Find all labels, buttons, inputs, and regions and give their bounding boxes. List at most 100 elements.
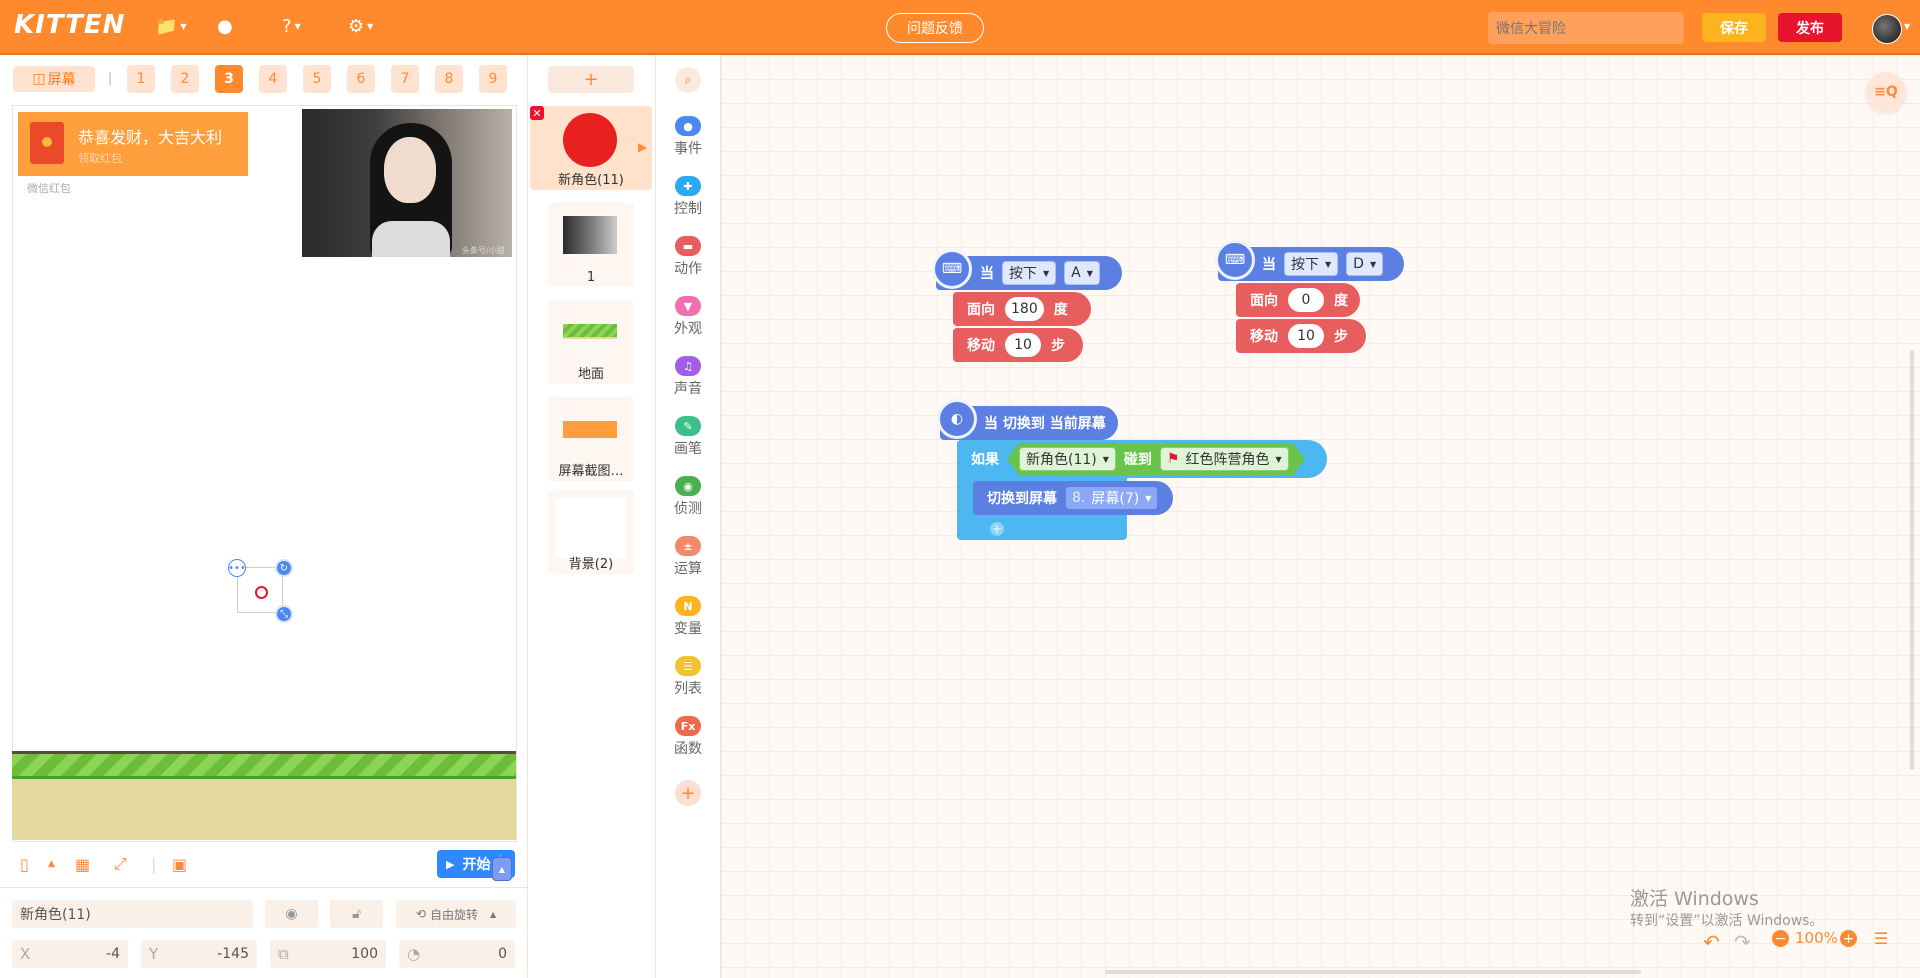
kitten-menu[interactable]: ● — [217, 13, 233, 39]
scale-handle-icon[interactable]: ⤡ — [275, 605, 293, 623]
chevron-up-icon[interactable]: ▲ — [491, 857, 512, 881]
chevron-down-icon: ▼ — [1145, 493, 1152, 503]
category-sound[interactable]: ♫ 声音 — [656, 356, 720, 404]
zoom-in-button[interactable]: + — [1840, 930, 1857, 947]
key-event-dropdown[interactable]: 按下 ▼ — [1002, 261, 1057, 285]
y-coordinate-field[interactable]: Y -145 — [141, 940, 257, 968]
x-coordinate-field[interactable]: X -4 — [12, 940, 128, 968]
sprite-card[interactable]: 屏幕截图… — [548, 397, 634, 481]
screen-tab-1[interactable]: 1 — [127, 65, 155, 93]
switch-screen-block[interactable]: 切换到屏幕 8. 屏幕(7) ▼ — [973, 481, 1173, 515]
device-icon[interactable]: ▯ — [20, 853, 29, 875]
size-field[interactable]: ⧉ 100 — [270, 940, 386, 968]
screen-tab-6[interactable]: 6 — [347, 65, 375, 93]
key-select-dropdown[interactable]: D ▼ — [1346, 252, 1384, 276]
photo-sprite[interactable]: 头条号/小甜甜 — [302, 109, 512, 257]
chevron-down-icon[interactable]: ▼ — [1904, 22, 1910, 31]
redo-icon[interactable]: ↷ — [1734, 930, 1751, 954]
direction-input[interactable]: 180 — [1005, 297, 1044, 321]
more-icon[interactable]: ••• — [228, 559, 246, 577]
screen-tab-4[interactable]: 4 — [259, 65, 287, 93]
code-workspace[interactable] — [721, 55, 1920, 978]
category-control[interactable]: ✚ 控制 — [656, 176, 720, 224]
add-extension-button[interactable]: + — [675, 780, 701, 806]
add-branch-icon[interactable]: + — [990, 522, 1004, 536]
sprite-select-dropdown[interactable]: 新角色(11) ▼ — [1019, 447, 1116, 471]
direction-input[interactable]: 0 — [1288, 288, 1324, 312]
delete-icon[interactable]: ✕ — [530, 106, 544, 120]
photo-face — [384, 137, 436, 203]
lock-icon[interactable]: 🔓︎ — [330, 900, 383, 928]
category-functions[interactable]: Fx 函数 — [656, 716, 720, 764]
align-blocks-icon[interactable]: ☰ — [1874, 929, 1888, 948]
sprite-card[interactable]: 新角色(11) — [530, 106, 652, 190]
sprite-name-field[interactable]: 新角色(11) — [12, 900, 253, 928]
windows-activation-title: 激活 Windows — [1630, 888, 1759, 910]
category-lists[interactable]: ☰ 列表 — [656, 656, 720, 704]
sprite-card[interactable]: 地面 — [548, 300, 634, 384]
divider — [109, 72, 111, 86]
chevron-right-icon[interactable]: ▶ — [638, 140, 647, 154]
direction-field[interactable]: ◔ 0 — [399, 940, 515, 968]
windows-activation-subtitle: 转到“设置”以激活 Windows。 — [1630, 913, 1824, 929]
category-looks[interactable]: ▼ 外观 — [656, 296, 720, 344]
rotation-mode-select[interactable]: ⟲ 自由旋转 ▲ — [396, 900, 516, 928]
if-block-header[interactable]: 如果 新角色(11) ▼ 碰到 ⚑ 红色阵营角色 ▼ — [957, 440, 1327, 478]
red-packet-sprite[interactable]: 恭喜发财，大吉大利 领取红包 — [18, 112, 248, 176]
move-steps-block[interactable]: 移动 10 步 — [1236, 319, 1366, 353]
play-preview-icon[interactable]: ▣ — [172, 853, 187, 875]
file-menu[interactable]: 📁 ▼ — [155, 13, 187, 39]
settings-menu[interactable]: ⚙ ▼ — [348, 13, 373, 39]
screen-select-dropdown[interactable]: 8. 屏幕(7) ▼ — [1065, 486, 1159, 510]
search-icon[interactable]: ⌕ — [675, 67, 701, 93]
feedback-button[interactable]: 问题反馈 — [886, 13, 984, 43]
move-steps-block[interactable]: 移动 10 步 — [953, 328, 1083, 362]
sprite-card[interactable]: 1 — [548, 203, 634, 287]
add-sprite-button[interactable]: + — [548, 66, 634, 93]
red-dot-sprite[interactable] — [255, 586, 268, 599]
if-block-footer[interactable]: + — [957, 518, 1037, 540]
face-direction-block[interactable]: 面向 0 度 — [1236, 283, 1360, 317]
category-operators[interactable]: ± 运算 — [656, 536, 720, 584]
user-avatar[interactable] — [1872, 14, 1902, 44]
screen-tab-9[interactable]: 9 — [479, 65, 507, 93]
rotate-handle-icon[interactable]: ↻ — [275, 559, 293, 577]
target-select-dropdown[interactable]: ⚑ 红色阵营角色 ▼ — [1160, 447, 1289, 471]
project-name-input[interactable] — [1488, 12, 1684, 44]
screen-tab-7[interactable]: 7 — [391, 65, 419, 93]
divider — [0, 887, 527, 888]
key-select-dropdown[interactable]: A ▼ — [1064, 261, 1100, 285]
screen-tab-3[interactable]: 3 — [215, 65, 243, 93]
screen-list-toggle[interactable]: ◫ 屏幕 — [13, 66, 95, 92]
horizontal-scrollbar[interactable] — [1105, 970, 1641, 974]
key-event-dropdown[interactable]: 按下 ▼ — [1284, 252, 1339, 276]
start-button[interactable]: ▶ 开始 ▲ — [437, 850, 515, 881]
category-sensing[interactable]: ◉ 侦测 — [656, 476, 720, 524]
chevron-up-icon[interactable]: ▲ — [48, 853, 55, 875]
ground-sprite[interactable] — [12, 751, 516, 840]
workspace-search-icon[interactable]: ≡Q — [1866, 72, 1906, 112]
ground-dirt — [12, 779, 516, 840]
vertical-scrollbar[interactable] — [1910, 350, 1914, 770]
help-menu[interactable]: ? ▼ — [282, 13, 301, 39]
sprite-card[interactable]: 背景(2) — [548, 490, 634, 574]
screen-tab-8[interactable]: 8 — [435, 65, 463, 93]
chevron-down-icon: ▼ — [1325, 259, 1332, 269]
publish-button[interactable]: 发布 — [1778, 13, 1842, 42]
category-variables[interactable]: N 变量 — [656, 596, 720, 644]
undo-icon[interactable]: ↶ — [1703, 930, 1720, 954]
steps-input[interactable]: 10 — [1005, 333, 1041, 357]
face-direction-block[interactable]: 面向 180 度 — [953, 292, 1091, 326]
steps-input[interactable]: 10 — [1288, 324, 1324, 348]
save-button[interactable]: 保存 — [1702, 13, 1766, 42]
zoom-out-button[interactable]: − — [1772, 930, 1789, 947]
category-events[interactable]: ● 事件 — [656, 116, 720, 164]
category-pen[interactable]: ✎ 画笔 — [656, 416, 720, 464]
screen-tab-2[interactable]: 2 — [171, 65, 199, 93]
screen-tab-5[interactable]: 5 — [303, 65, 331, 93]
category-motion[interactable]: ▬ 动作 — [656, 236, 720, 284]
eye-icon[interactable]: ◉ — [265, 900, 318, 928]
touching-condition-block[interactable]: 新角色(11) ▼ 碰到 ⚑ 红色阵营角色 ▼ — [1007, 443, 1305, 475]
fullscreen-icon[interactable]: ⤢ — [114, 853, 127, 875]
grid-icon[interactable]: ▦ — [75, 853, 90, 875]
